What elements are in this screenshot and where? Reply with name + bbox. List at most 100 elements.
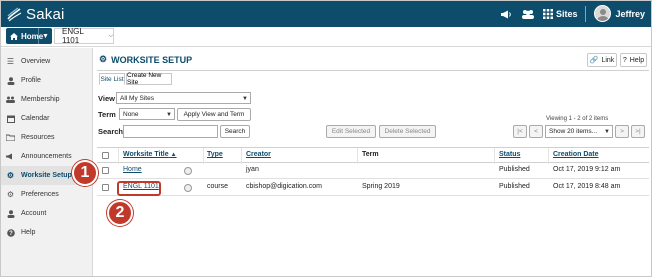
column-divider [357,148,358,164]
nav-item-label: Help [21,229,36,236]
worksite-setup-panel: ⚙ WORKSITE SETUP 🔗 Link ? Help Site List… [93,48,651,276]
column-header-creation-date[interactable]: Creation Date [553,151,599,158]
callout-step-2: 2 [107,200,133,226]
tab-create-new-site[interactable]: Create New Site [126,72,172,86]
tab-label: Site List [100,75,124,83]
apply-view-term-button[interactable]: Apply View and Term [177,108,251,121]
nav-item-label: Announcements [21,153,72,160]
site-title-link[interactable]: Home [123,166,142,173]
delete-selected-button[interactable]: Delete Selected [379,125,436,138]
sites-label: Sites [555,8,578,19]
viewing-count: Viewing 1 - 2 of 2 items [546,116,609,122]
home-dropdown-button[interactable]: ▼ [38,28,52,44]
tab-site-list[interactable]: Site List [99,73,125,85]
pager-next-button[interactable]: > [615,125,629,138]
site-type: course [207,183,229,190]
pager-last-label: >| [635,128,641,135]
megaphone-icon[interactable] [499,8,513,20]
column-header-status[interactable]: Status [499,151,520,158]
sites-button[interactable]: Sites [542,8,578,19]
nav-item-account[interactable]: Account [1,204,92,223]
folder-icon [6,133,15,142]
column-divider [241,148,242,164]
pager-prev-button[interactable]: < [529,125,543,138]
column-divider [494,148,495,164]
group-icon [6,95,15,104]
nav-item-label: Membership [21,96,60,103]
link-button-label: Link [601,56,615,64]
column-header-term: Term [362,151,379,158]
pager-first-label: |< [517,128,523,135]
megaphone-icon [6,152,15,161]
link-icon: 🔗 [589,57,599,64]
tab-label: Create New Site [127,72,162,86]
chevron-down-icon: ⌵ [108,32,113,39]
user-menu[interactable]: Jeffrey [594,5,645,22]
nav-item-calendar[interactable]: Calendar [1,109,92,128]
view-label: View [98,94,115,103]
search-button[interactable]: Search [220,125,250,138]
site-creator: jyan [246,166,259,173]
pager-next-label: > [620,128,624,135]
select-all-checkbox[interactable] [102,152,109,159]
person-icon [6,209,15,218]
nav-item-label: Worksite Setup [21,172,72,179]
avatar [594,5,612,22]
link-button[interactable]: 🔗 Link [587,53,617,67]
info-icon[interactable] [184,184,192,192]
term-select[interactable]: None ▼ [119,108,175,120]
site-tab-label: ENGL 1101 [62,27,84,45]
site-status: Published [499,183,530,190]
sakai-logo-icon [7,7,22,22]
gear-icon: ⚙ [6,190,15,199]
nav-item-profile[interactable]: Profile [1,71,92,90]
column-header-label: Worksite Title [123,151,169,158]
nav-item-label: Calendar [21,115,50,122]
search-input[interactable] [123,125,218,138]
column-header-creator[interactable]: Creator [246,151,271,158]
top-bar: Sakai Sites Jeffrey [1,1,651,27]
nav-item-membership[interactable]: Membership [1,90,92,109]
column-header-title[interactable]: Worksite Title ▲ [123,151,177,158]
term-label: Term [98,110,116,119]
edit-selected-button[interactable]: Edit Selected [326,125,376,138]
nav-item-resources[interactable]: Resources [1,128,92,147]
sakai-logo[interactable]: Sakai [6,5,65,23]
divider [585,5,587,22]
view-select[interactable]: All My Sites ▼ [116,92,251,104]
top-right-tools: Sites Jeffrey [499,5,645,22]
person-icon [6,76,15,85]
chevron-down-icon: ▼ [42,32,49,40]
site-creator: cbishop@digication.com [246,183,322,190]
site-created: Oct 17, 2019 9:12 am [553,166,621,173]
help-button[interactable]: ? Help [620,53,647,67]
column-divider [548,148,549,164]
callout-step-1: 1 [72,160,98,186]
nav-item-preferences[interactable]: ⚙ Preferences [1,185,92,204]
chevron-down-icon: ▼ [604,129,610,135]
site-created: Oct 17, 2019 8:48 am [553,183,621,190]
column-header-type[interactable]: Type [207,151,223,158]
sakai-logo-text: Sakai [26,5,65,23]
pager-last-button[interactable]: >| [631,125,645,138]
page-size-select[interactable]: Show 20 items... ▼ [545,125,613,138]
view-select-value: All My Sites [120,94,154,102]
site-tab-engl-1101[interactable]: ENGL 1101 ⌵ [54,27,114,45]
highlight-engl-1101 [117,181,161,196]
pager-first-button[interactable]: |< [513,125,527,138]
nav-item-help[interactable]: ? Help [1,223,92,242]
calendar-icon [6,114,15,123]
sort-asc-icon: ▲ [170,152,177,158]
term-select-value: None [123,110,139,118]
column-divider [203,148,204,164]
nav-item-overview[interactable]: ☰ Overview [1,52,92,71]
info-icon[interactable] [184,167,192,175]
group-icon[interactable] [521,8,535,20]
svg-text:?: ? [9,231,13,237]
table-row: ENGL 1101 course cbishop@digication.com … [97,180,649,196]
nav-item-label: Overview [21,58,51,65]
row-checkbox[interactable] [102,167,109,174]
row-checkbox[interactable] [102,184,109,191]
page-title: ⚙ WORKSITE SETUP [99,54,192,65]
user-name: Jeffrey [615,8,645,19]
